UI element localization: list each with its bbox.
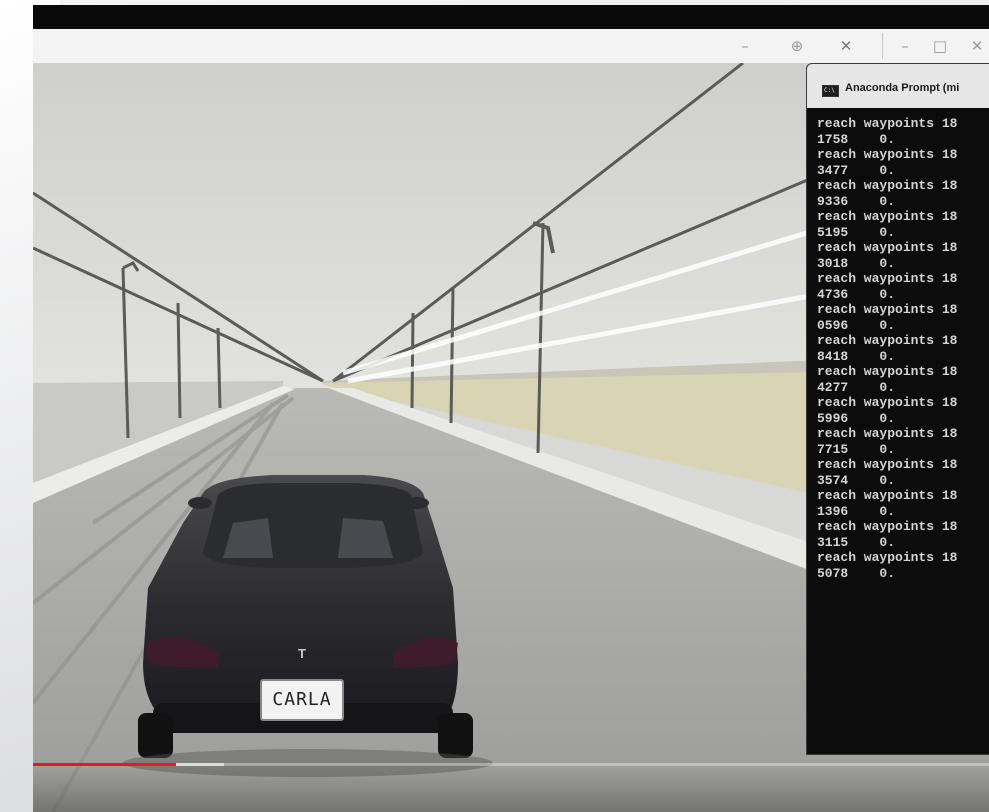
terminal-line: 5996 0.	[817, 410, 896, 426]
terminal-title: Anaconda Prompt (mi	[845, 82, 960, 94]
terminal-line: reach waypoints 18	[817, 364, 958, 379]
terminal-line: reach waypoints 18	[817, 271, 958, 286]
terminal-line: 5195 0.	[817, 224, 896, 240]
terminal-titlebar[interactable]: C:\ Anaconda Prompt (mi	[807, 64, 989, 108]
video-player[interactable]: – ⊕ ✕ – □ ✕ CARLA T C:\ Anaconda Prompt …	[33, 5, 989, 812]
terminal-icon: C:\	[822, 85, 839, 97]
terminal-line: 4277 0.	[817, 379, 896, 395]
terminal-line: 0596 0.	[817, 317, 896, 333]
terminal-maximize-button[interactable]: □	[928, 35, 952, 57]
terminal-line: reach waypoints 18	[817, 488, 958, 503]
terminal-line: reach waypoints 18	[817, 457, 958, 472]
anaconda-prompt-window[interactable]: C:\ Anaconda Prompt (mi reach waypoints …	[806, 63, 989, 755]
terminal-line: reach waypoints 18	[817, 178, 958, 193]
terminal-line: 7715 0.	[817, 441, 896, 457]
terminal-line: reach waypoints 18	[817, 550, 958, 565]
video-controls-area	[33, 766, 989, 812]
video-played-bar[interactable]	[33, 763, 177, 766]
terminal-close-button[interactable]: ✕	[965, 35, 989, 57]
terminal-line: reach waypoints 18	[817, 240, 958, 255]
video-progress-bar[interactable]	[33, 763, 989, 766]
terminal-line: reach waypoints 18	[817, 426, 958, 441]
terminal-output[interactable]: reach waypoints 18 1758 0. reach waypoints…	[817, 116, 989, 581]
terminal-line: 3115 0.	[817, 534, 896, 550]
terminal-line: reach waypoints 18	[817, 333, 958, 348]
terminal-line: 9336 0.	[817, 193, 896, 209]
car-badge-icon: T	[298, 646, 306, 661]
terminal-line: 5078 0.	[817, 565, 896, 581]
terminal-line: 3477 0.	[817, 162, 896, 178]
carla-window-titlebar: – ⊕ ✕ – □ ✕	[33, 29, 989, 64]
terminal-line: reach waypoints 18	[817, 147, 958, 162]
terminal-line: 1396 0.	[817, 503, 896, 519]
license-plate: CARLA	[260, 679, 344, 721]
terminal-line: reach waypoints 18	[817, 519, 958, 534]
terminal-minimize-button[interactable]: –	[893, 35, 917, 57]
video-top-letterbox	[33, 5, 989, 29]
terminal-line: reach waypoints 18	[817, 209, 958, 224]
terminal-line: reach waypoints 18	[817, 302, 958, 317]
carla-close-button[interactable]: ✕	[834, 35, 858, 57]
carla-minimize-button[interactable]: –	[733, 35, 757, 57]
carla-zoom-icon[interactable]: ⊕	[785, 35, 809, 57]
terminal-line: 3574 0.	[817, 472, 896, 488]
terminal-line: reach waypoints 18	[817, 395, 958, 410]
terminal-line: 1758 0.	[817, 131, 896, 147]
terminal-line: 8418 0.	[817, 348, 896, 364]
titlebar-divider	[882, 33, 883, 59]
terminal-line: reach waypoints 18	[817, 116, 958, 131]
terminal-line: 4736 0.	[817, 286, 896, 302]
terminal-line: 3018 0.	[817, 255, 896, 271]
